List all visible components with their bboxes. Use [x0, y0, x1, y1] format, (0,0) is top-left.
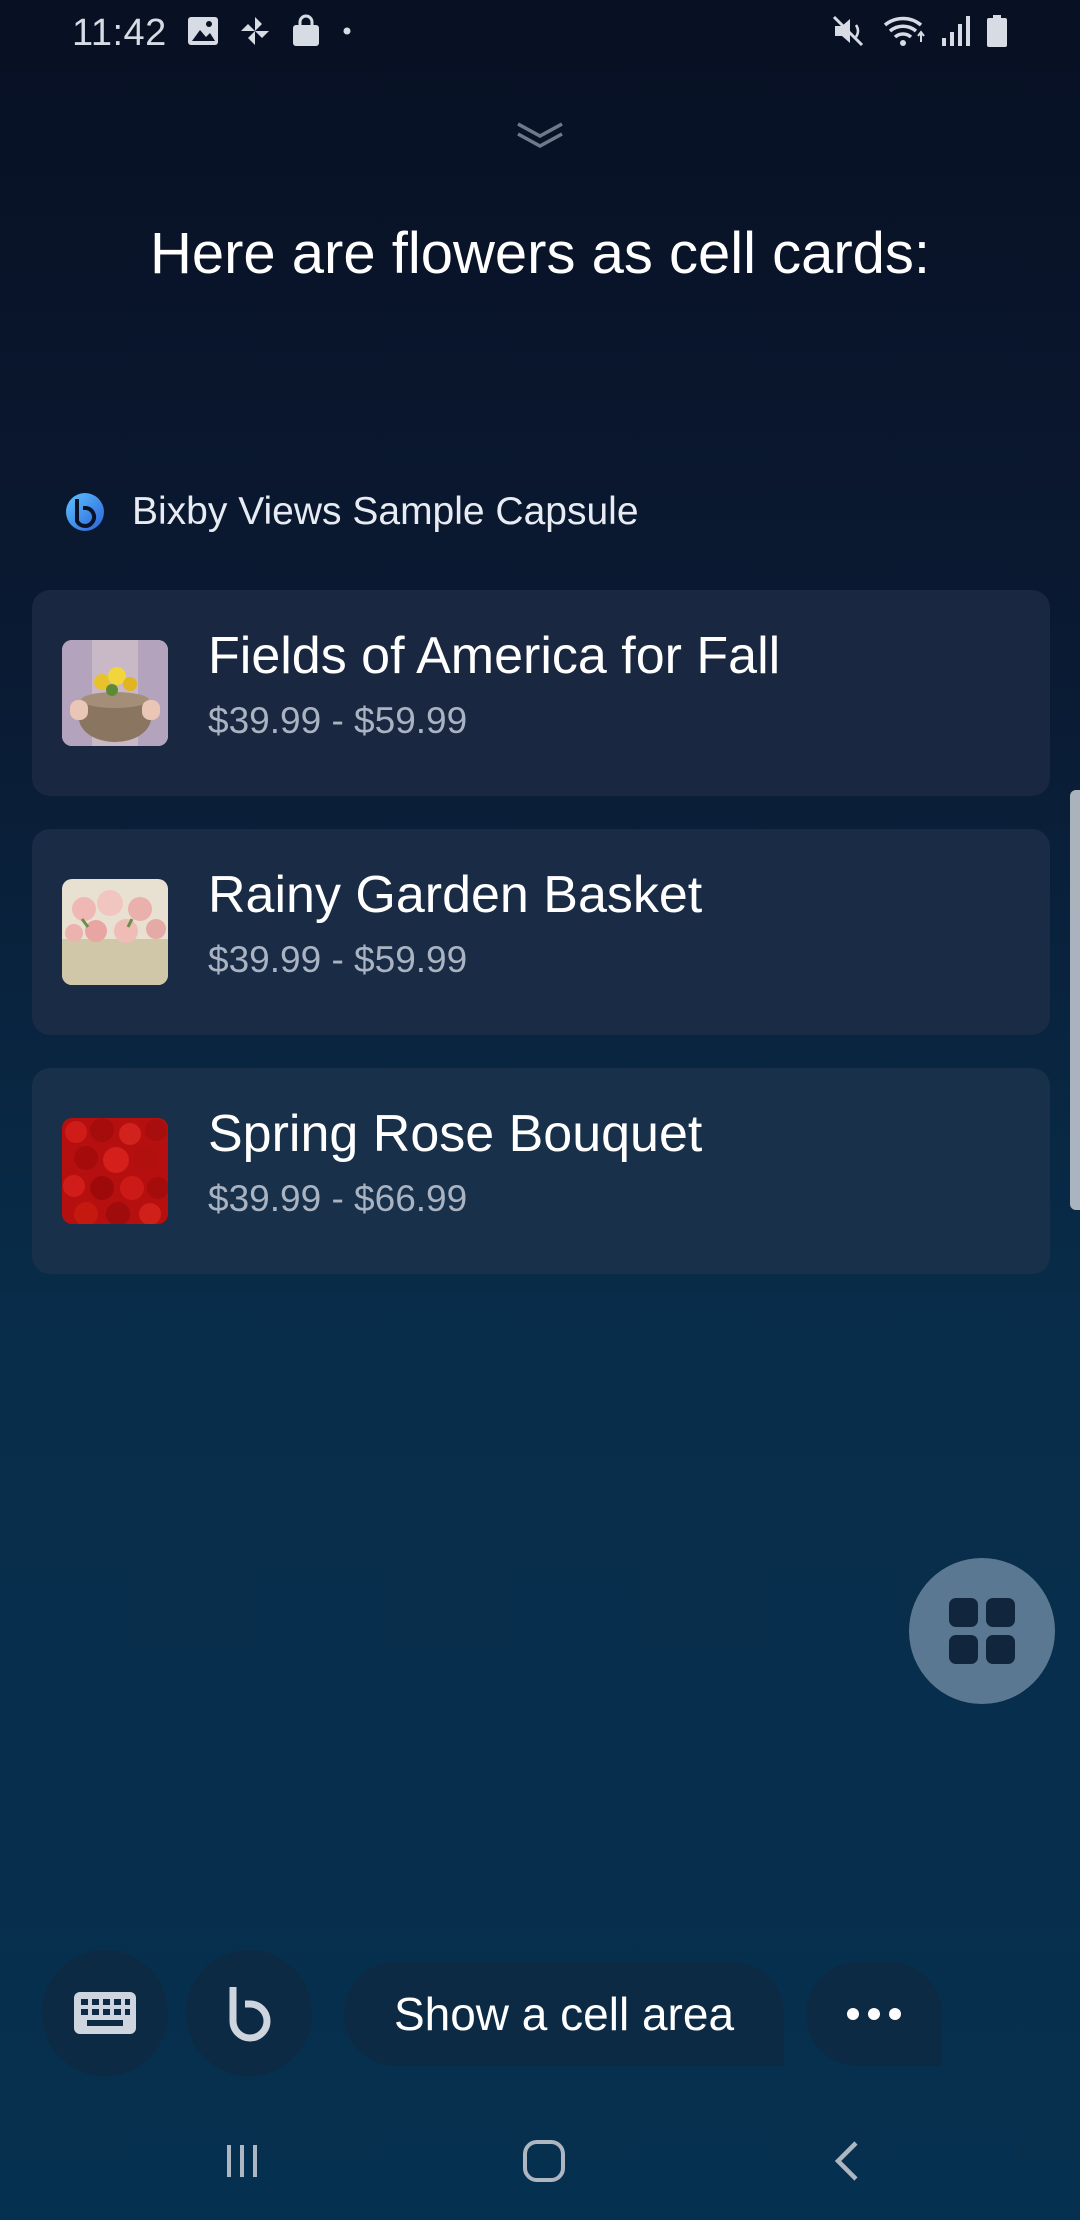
cell-card-list: Fields of America for Fall $39.99 - $59.…: [32, 590, 1050, 1307]
pink-roses-photo: [62, 879, 168, 985]
signal-icon: [942, 16, 970, 46]
suggestion-chip[interactable]: Show a cell area: [344, 1962, 784, 2066]
status-bar: 11:42: [0, 0, 1080, 64]
bixby-voice-button[interactable]: [186, 1950, 312, 2076]
back-icon: [834, 2141, 858, 2181]
status-time: 11:42: [72, 12, 167, 54]
card-price: $39.99 - $66.99: [208, 1178, 468, 1219]
recents-icon: [227, 2145, 257, 2177]
cell-card[interactable]: Rainy Garden Basket $39.99 - $59.99: [32, 829, 1050, 1035]
more-options-button[interactable]: [806, 1962, 942, 2066]
cell-card-text: Rainy Garden Basket $39.99 - $59.99: [208, 863, 702, 981]
status-left-icons: [186, 14, 354, 48]
capsule-header: Bixby Views Sample Capsule: [64, 490, 639, 534]
status-right-icons: [832, 14, 1008, 48]
grid-icon: [949, 1598, 1015, 1664]
capsule-name: Bixby Views Sample Capsule: [132, 490, 639, 533]
flower-basket-photo: [62, 640, 168, 746]
home-icon: [523, 2140, 565, 2182]
page-title: Here are flowers as cell cards:: [149, 221, 931, 286]
bixby-logo-icon: [66, 493, 104, 531]
battery-icon: [987, 15, 1007, 47]
mute-icon: [832, 15, 864, 47]
bottom-action-row: Show a cell area: [0, 1950, 1080, 2076]
image-icon: [188, 17, 218, 45]
back-button[interactable]: [818, 2136, 878, 2186]
card-price: $39.99 - $59.99: [208, 939, 468, 980]
home-button[interactable]: [514, 2136, 574, 2186]
red-roses-photo: [62, 1118, 168, 1224]
shopping-bag-icon: [293, 14, 319, 46]
cell-card[interactable]: Spring Rose Bouquet $39.99 - $66.99: [32, 1068, 1050, 1274]
navigation-bar: [0, 2120, 1080, 2200]
card-title: Rainy Garden Basket: [208, 866, 703, 924]
cell-card-text: Fields of America for Fall $39.99 - $59.…: [208, 624, 780, 742]
card-title: Fields of America for Fall: [208, 627, 781, 685]
keyboard-button[interactable]: [42, 1950, 168, 2076]
dot-icon: [343, 27, 351, 35]
cell-card[interactable]: Fields of America for Fall $39.99 - $59.…: [32, 590, 1050, 796]
bixby-icon: [229, 1987, 271, 2042]
more-icon: [847, 2008, 901, 2020]
scrollbar[interactable]: [1070, 790, 1080, 1210]
card-title: Spring Rose Bouquet: [208, 1105, 703, 1163]
collapse-chevron-icon[interactable]: [516, 118, 564, 152]
wifi-icon: [883, 16, 925, 46]
grid-view-button[interactable]: [909, 1558, 1055, 1704]
pinwheel-icon: [241, 17, 269, 45]
card-price: $39.99 - $59.99: [208, 700, 468, 741]
cell-card-text: Spring Rose Bouquet $39.99 - $66.99: [208, 1102, 702, 1220]
keyboard-icon: [74, 1992, 136, 2034]
recents-button[interactable]: [212, 2136, 272, 2186]
